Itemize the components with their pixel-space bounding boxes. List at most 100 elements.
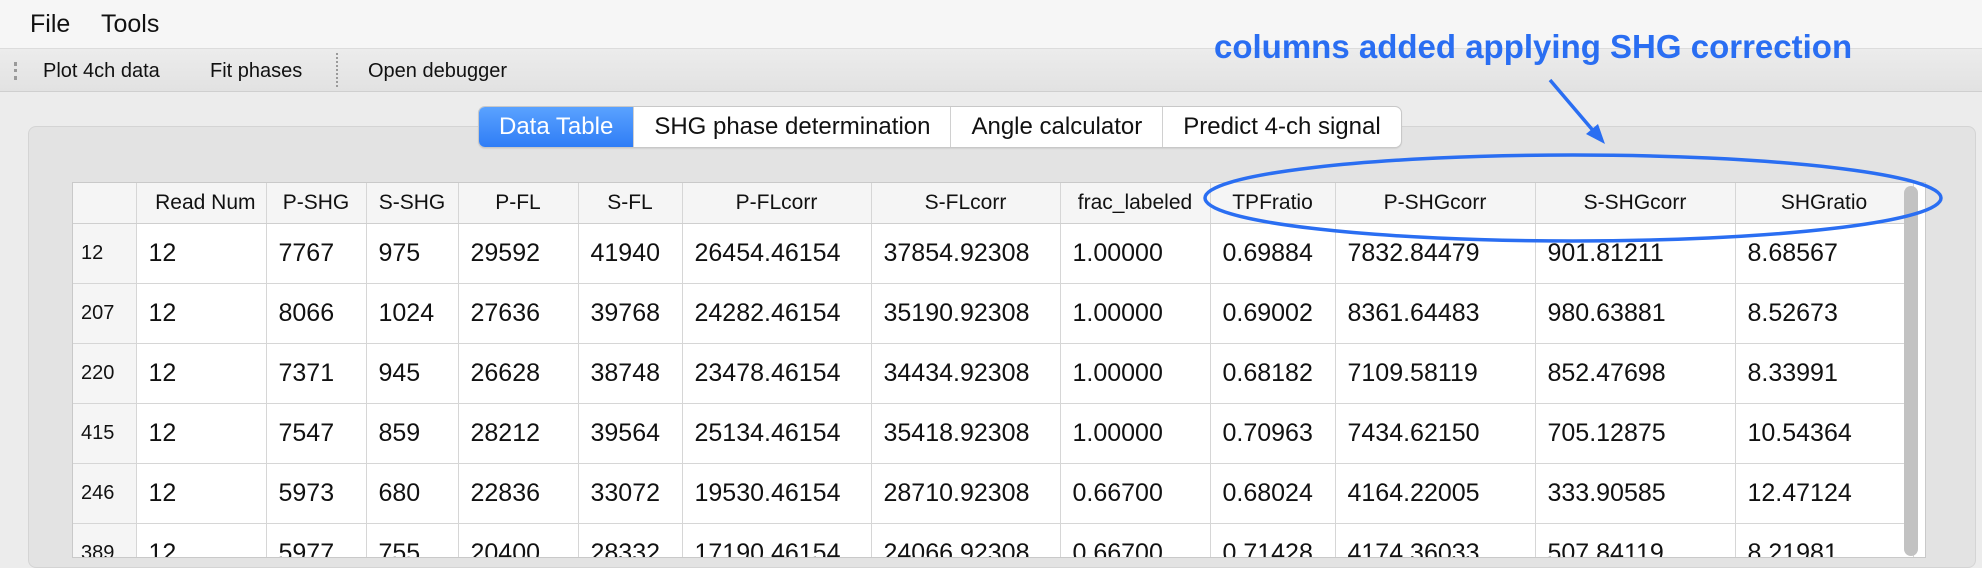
table-cell[interactable]: 27636 bbox=[458, 283, 579, 344]
vertical-scrollbar[interactable] bbox=[1904, 186, 1918, 556]
table-cell[interactable]: 7767 bbox=[266, 223, 367, 284]
table-cell[interactable]: 12 bbox=[136, 523, 267, 557]
column-header[interactable]: TPFratio bbox=[1210, 183, 1336, 224]
table-cell[interactable]: 859 bbox=[366, 403, 459, 464]
table-cell[interactable]: 7109.58119 bbox=[1335, 343, 1536, 404]
row-header[interactable]: 12 bbox=[73, 223, 137, 284]
table-cell[interactable]: 26454.46154 bbox=[682, 223, 872, 284]
table-cell[interactable]: 755 bbox=[366, 523, 459, 557]
table-cell[interactable]: 0.69884 bbox=[1210, 223, 1336, 284]
table-cell[interactable]: 8.52673 bbox=[1735, 283, 1914, 344]
table-cell[interactable]: 852.47698 bbox=[1535, 343, 1736, 404]
column-header[interactable]: S-FLcorr bbox=[871, 183, 1061, 224]
table-row[interactable]: 246 12 5973 680 22836 33072 19530.46154 28710.9… bbox=[73, 463, 1914, 524]
table-cell[interactable]: 7547 bbox=[266, 403, 367, 464]
table-cell[interactable]: 12 bbox=[136, 223, 267, 284]
column-header[interactable]: P-FL bbox=[458, 183, 579, 224]
table-cell[interactable]: 1.00000 bbox=[1060, 343, 1211, 404]
row-header[interactable]: 415 bbox=[73, 403, 137, 464]
table-cell[interactable]: 0.69002 bbox=[1210, 283, 1336, 344]
table-cell[interactable]: 37854.92308 bbox=[871, 223, 1061, 284]
table-cell[interactable]: 38748 bbox=[578, 343, 683, 404]
table-cell[interactable]: 333.90585 bbox=[1535, 463, 1736, 524]
table-row[interactable]: 207 12 8066 1024 27636 39768 24282.46154 35190.… bbox=[73, 283, 1914, 344]
table-cell[interactable]: 8.21981 bbox=[1735, 523, 1914, 557]
column-header[interactable]: P-FLcorr bbox=[682, 183, 872, 224]
table-cell[interactable]: 34434.92308 bbox=[871, 343, 1061, 404]
table-cell[interactable]: 26628 bbox=[458, 343, 579, 404]
table-cell[interactable]: 17190.46154 bbox=[682, 523, 872, 557]
table-cell[interactable]: 12 bbox=[136, 343, 267, 404]
table-cell[interactable]: 0.71428 bbox=[1210, 523, 1336, 557]
table-cell[interactable]: 35190.92308 bbox=[871, 283, 1061, 344]
table-cell[interactable]: 0.70963 bbox=[1210, 403, 1336, 464]
table-cell[interactable]: 0.68024 bbox=[1210, 463, 1336, 524]
table-cell[interactable]: 0.66700 bbox=[1060, 523, 1211, 557]
tab-predict-4ch-signal[interactable]: Predict 4-ch signal bbox=[1163, 107, 1400, 147]
table-cell[interactable]: 33072 bbox=[578, 463, 683, 524]
table-cell[interactable]: 945 bbox=[366, 343, 459, 404]
row-header[interactable]: 220 bbox=[73, 343, 137, 404]
table-cell[interactable]: 23478.46154 bbox=[682, 343, 872, 404]
table-cell[interactable]: 1.00000 bbox=[1060, 403, 1211, 464]
table-cell[interactable]: 705.12875 bbox=[1535, 403, 1736, 464]
table-cell[interactable]: 35418.92308 bbox=[871, 403, 1061, 464]
table-cell[interactable]: 0.68182 bbox=[1210, 343, 1336, 404]
table-row[interactable]: 220 12 7371 945 26628 38748 23478.46154 34434.9… bbox=[73, 343, 1914, 404]
column-header[interactable]: P-SHGcorr bbox=[1335, 183, 1536, 224]
column-header[interactable]: SHGratio bbox=[1735, 183, 1914, 224]
table-cell[interactable]: 680 bbox=[366, 463, 459, 524]
table-cell[interactable]: 12 bbox=[136, 283, 267, 344]
table-cell[interactable]: 28332 bbox=[578, 523, 683, 557]
tab-data-table[interactable]: Data Table bbox=[479, 107, 635, 147]
row-header[interactable]: 246 bbox=[73, 463, 137, 524]
table-cell[interactable]: 0.66700 bbox=[1060, 463, 1211, 524]
menu-file[interactable]: File bbox=[30, 10, 70, 39]
table-cell[interactable]: 7832.84479 bbox=[1335, 223, 1536, 284]
table-cell[interactable]: 8.33991 bbox=[1735, 343, 1914, 404]
column-header[interactable]: Read Num bbox=[136, 183, 267, 224]
table-cell[interactable]: 24282.46154 bbox=[682, 283, 872, 344]
toolbar-grip-handle[interactable] bbox=[14, 62, 21, 80]
header-corner[interactable] bbox=[73, 183, 137, 224]
menu-tools[interactable]: Tools bbox=[101, 10, 159, 39]
table-cell[interactable]: 12 bbox=[136, 403, 267, 464]
table-cell[interactable]: 8066 bbox=[266, 283, 367, 344]
table-cell[interactable]: 1024 bbox=[366, 283, 459, 344]
table-cell[interactable]: 7434.62150 bbox=[1335, 403, 1536, 464]
column-header[interactable]: S-SHG bbox=[366, 183, 459, 224]
fit-phases-button[interactable]: Fit phases bbox=[210, 60, 302, 83]
table-cell[interactable]: 22836 bbox=[458, 463, 579, 524]
table-cell[interactable]: 12 bbox=[136, 463, 267, 524]
table-cell[interactable]: 19530.46154 bbox=[682, 463, 872, 524]
plot-4ch-data-button[interactable]: Plot 4ch data bbox=[43, 60, 160, 83]
table-cell[interactable]: 25134.46154 bbox=[682, 403, 872, 464]
table-cell[interactable]: 28212 bbox=[458, 403, 579, 464]
table-cell[interactable]: 4174.36033 bbox=[1335, 523, 1536, 557]
tab-shg-phase-determination[interactable]: SHG phase determination bbox=[634, 107, 952, 147]
table-cell[interactable]: 1.00000 bbox=[1060, 223, 1211, 284]
table-cell[interactable]: 28710.92308 bbox=[871, 463, 1061, 524]
table-cell[interactable]: 29592 bbox=[458, 223, 579, 284]
table-cell[interactable]: 5977 bbox=[266, 523, 367, 557]
column-header[interactable]: frac_labeled bbox=[1060, 183, 1211, 224]
table-cell[interactable]: 5973 bbox=[266, 463, 367, 524]
table-cell[interactable]: 24066.92308 bbox=[871, 523, 1061, 557]
table-cell[interactable]: 1.00000 bbox=[1060, 283, 1211, 344]
table-cell[interactable]: 980.63881 bbox=[1535, 283, 1736, 344]
table-cell[interactable]: 20400 bbox=[458, 523, 579, 557]
table-cell[interactable]: 12.47124 bbox=[1735, 463, 1914, 524]
tab-angle-calculator[interactable]: Angle calculator bbox=[951, 107, 1164, 147]
table-cell[interactable]: 975 bbox=[366, 223, 459, 284]
table-cell[interactable]: 39768 bbox=[578, 283, 683, 344]
table-row[interactable]: 389 12 5977 755 20400 28332 17190.46154 24066.9… bbox=[73, 523, 1914, 557]
table-cell[interactable]: 41940 bbox=[578, 223, 683, 284]
column-header[interactable]: P-SHG bbox=[266, 183, 367, 224]
table-cell[interactable]: 7371 bbox=[266, 343, 367, 404]
table-cell[interactable]: 39564 bbox=[578, 403, 683, 464]
table-cell[interactable]: 507.84119 bbox=[1535, 523, 1736, 557]
table-cell[interactable]: 901.81211 bbox=[1535, 223, 1736, 284]
table-row[interactable]: 12 12 7767 975 29592 41940 26454.46154 37854.92… bbox=[73, 223, 1914, 284]
data-table[interactable]: Read Num P-SHG S-SHG P-FL S-FL P-FLcorr … bbox=[72, 182, 1926, 558]
row-header[interactable]: 207 bbox=[73, 283, 137, 344]
